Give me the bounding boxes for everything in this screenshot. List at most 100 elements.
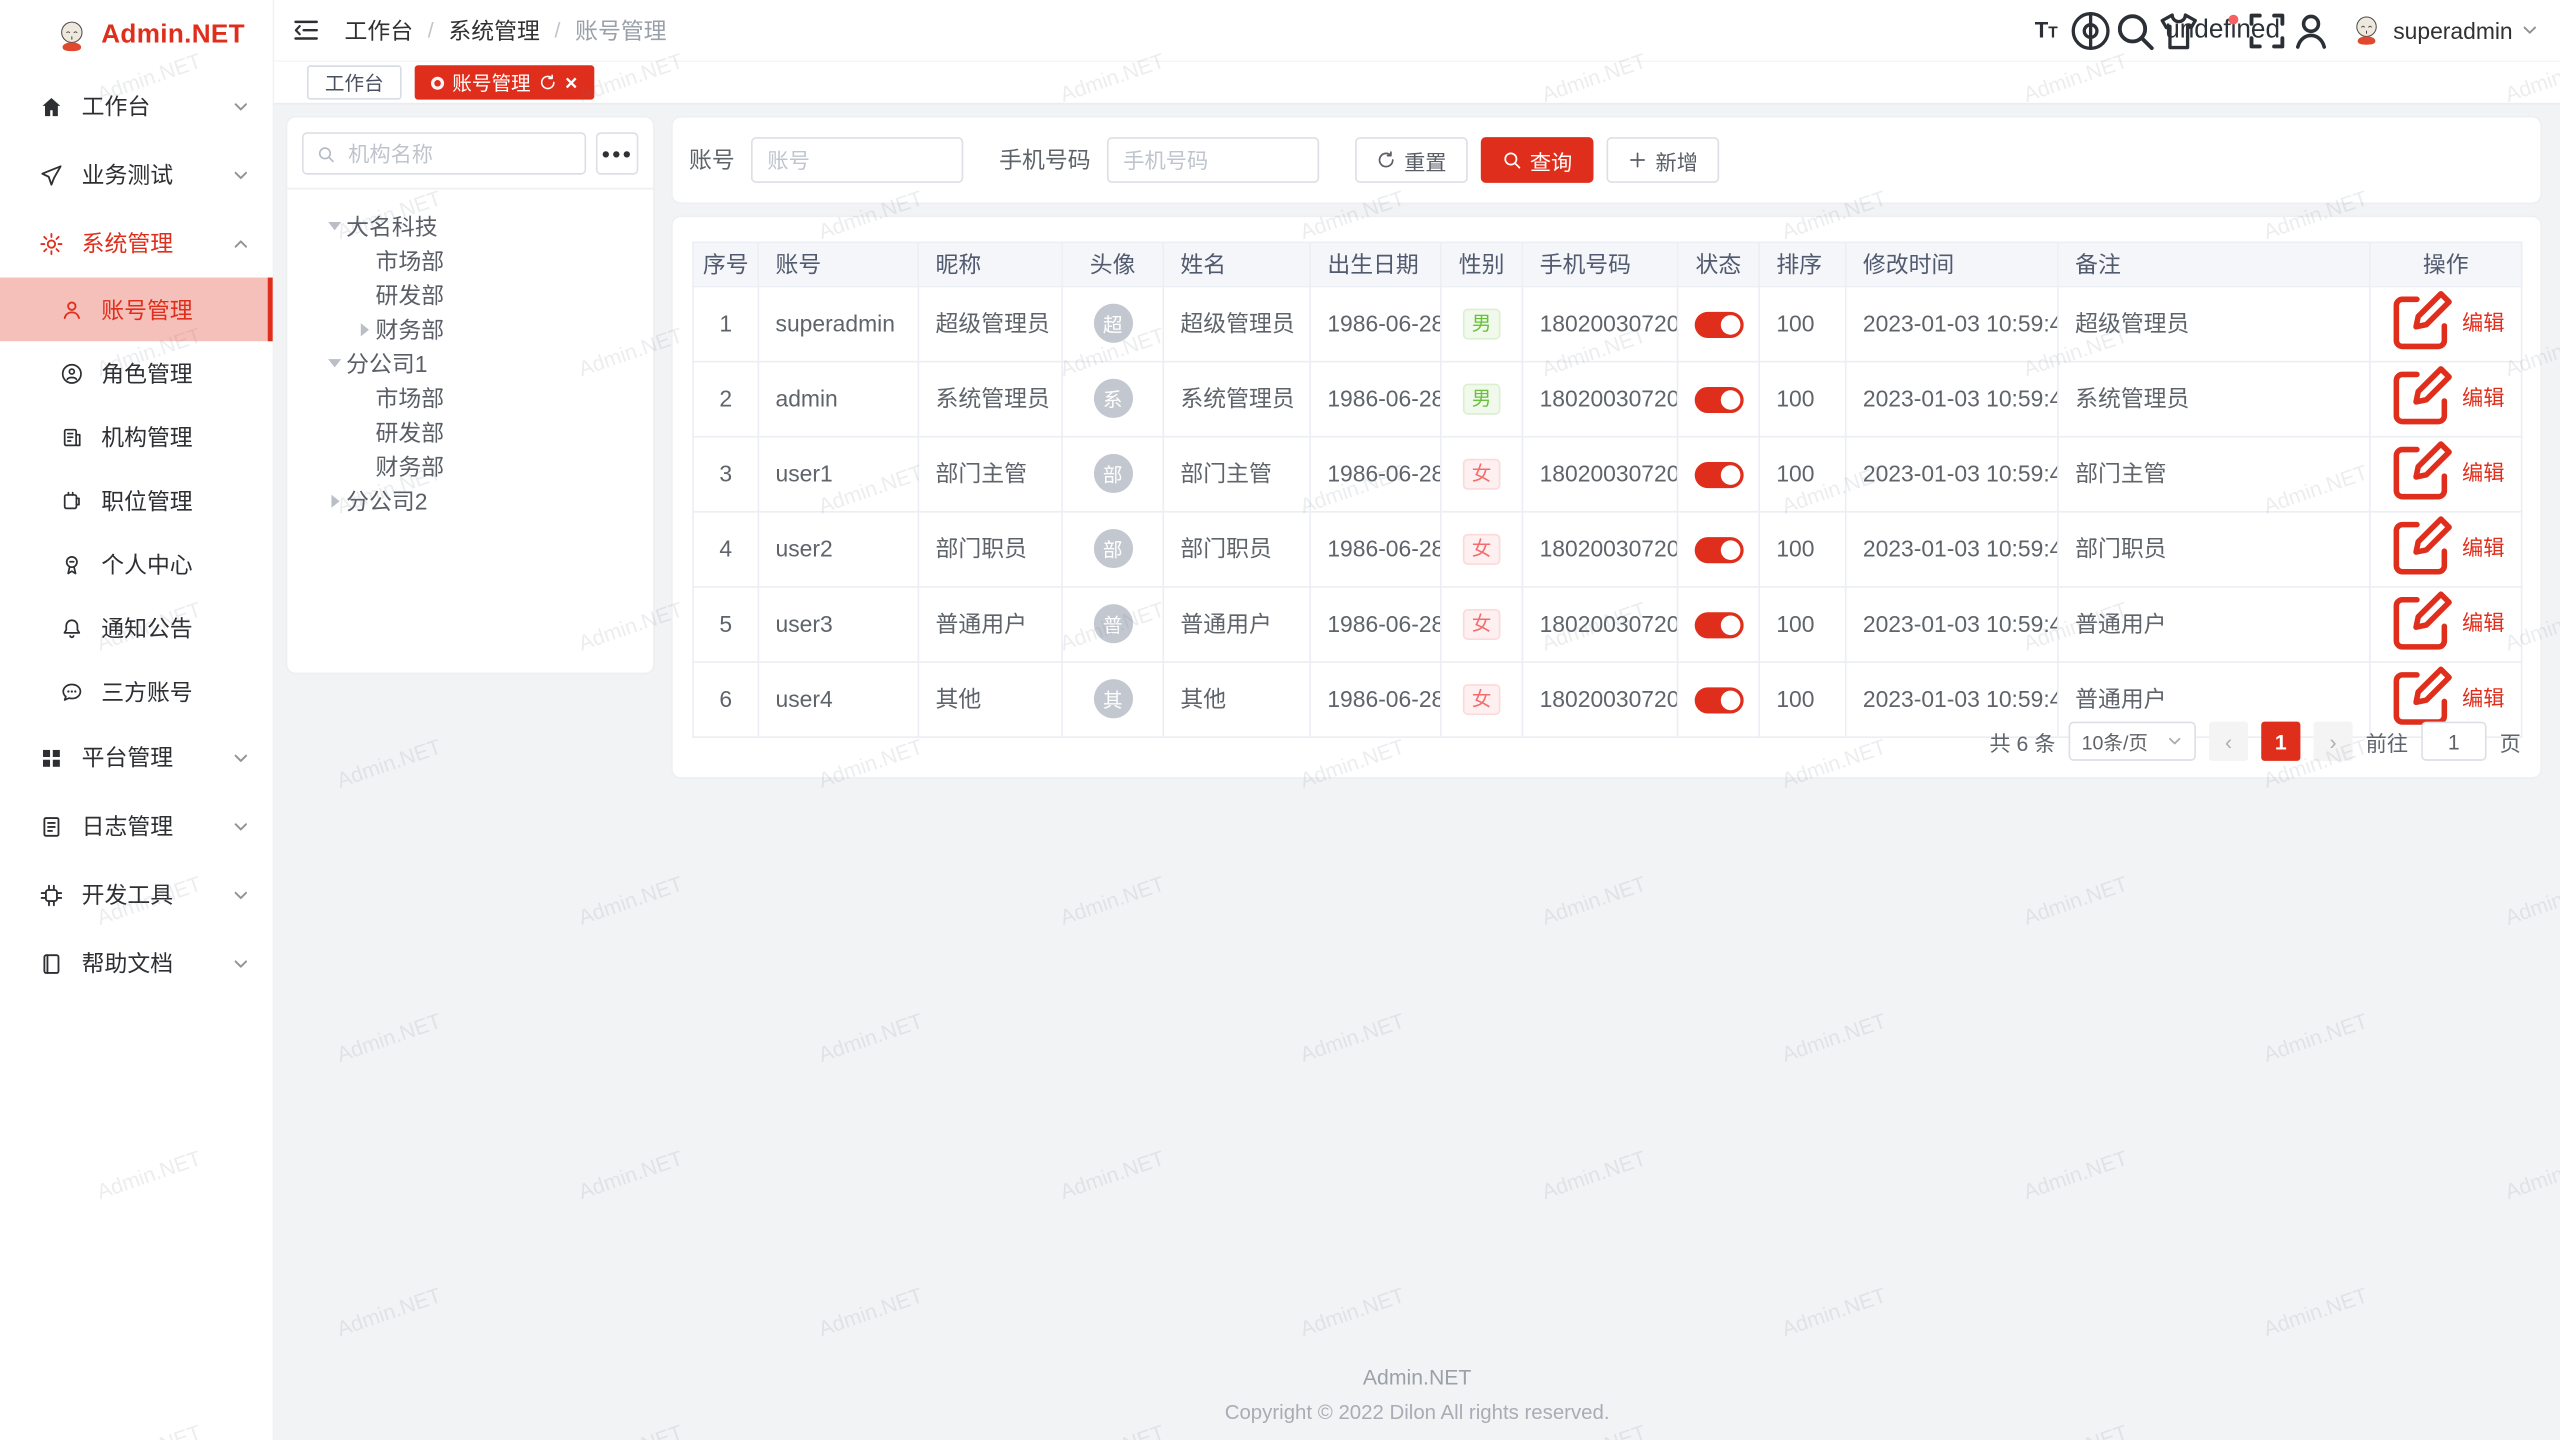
- phone-input[interactable]: [1107, 137, 1319, 183]
- edit-button[interactable]: 编辑: [2387, 287, 2505, 356]
- edit-button[interactable]: 编辑: [2387, 362, 2505, 431]
- tree-node-branch-1[interactable]: 分公司1: [297, 346, 643, 380]
- sidebar-item-platform-management[interactable]: 平台管理: [0, 723, 273, 792]
- account-input[interactable]: [751, 137, 963, 183]
- org-tree-panel: ●●● 大名科技市场部研发部财务部分公司1市场部研发部财务部分公司2: [287, 118, 653, 673]
- search-label: 查询: [1530, 144, 1572, 175]
- prev-page-button[interactable]: ‹: [2209, 722, 2248, 761]
- fullscreen-icon[interactable]: [2245, 0, 2289, 61]
- close-icon[interactable]: ×: [565, 72, 577, 93]
- tab-account-management[interactable]: 账号管理 ×: [415, 65, 594, 99]
- reset-button[interactable]: 重置: [1355, 137, 1468, 183]
- tree-node-branch1-finance-dept[interactable]: 财务部: [297, 449, 643, 483]
- sidebar-item-notice[interactable]: 通知公告: [0, 596, 273, 660]
- cell-actions: 编辑●●●: [2370, 437, 2522, 512]
- breadcrumb-item[interactable]: 系统管理: [448, 14, 539, 47]
- edit-label: 编辑: [2462, 681, 2504, 712]
- cell-index: 6: [693, 662, 758, 737]
- profile-icon[interactable]: [2289, 0, 2333, 61]
- tree-node-label: 分公司2: [346, 484, 427, 517]
- collapse-sidebar-icon[interactable]: [292, 16, 320, 44]
- notification-icon[interactable]: undefined: [2201, 0, 2245, 61]
- app-logo[interactable]: Admin.NET: [0, 0, 273, 72]
- sidebar-item-org-management[interactable]: 机构管理: [0, 405, 273, 469]
- status-toggle[interactable]: [1694, 537, 1743, 563]
- breadcrumb-item[interactable]: 工作台: [344, 14, 413, 47]
- cell-modified-time: 2023-01-03 10:59:44: [1846, 287, 2058, 362]
- caret-right-icon[interactable]: [353, 322, 376, 335]
- sidebar-item-personal-center[interactable]: 个人中心: [0, 532, 273, 596]
- font-size-icon[interactable]: TT: [2024, 0, 2068, 61]
- tree-node-branch-2[interactable]: 分公司2: [297, 483, 643, 517]
- tree-node-daming-marketing-dept[interactable]: 市场部: [297, 243, 643, 277]
- cell-remark: 部门职员: [2058, 512, 2370, 587]
- cell-gender: 男: [1441, 362, 1523, 437]
- grid-icon: [39, 745, 63, 769]
- status-toggle[interactable]: [1694, 612, 1743, 638]
- footer: Admin.NET Copyright © 2022 Dilon All rig…: [274, 1365, 2560, 1424]
- org-search-input[interactable]: [345, 140, 572, 168]
- language-icon[interactable]: [2068, 0, 2112, 61]
- status-toggle[interactable]: [1694, 387, 1743, 413]
- tree-node-daming-finance-dept[interactable]: 财务部: [297, 312, 643, 346]
- tab-label: 工作台: [325, 69, 384, 97]
- gender-badge: 女: [1464, 609, 1500, 640]
- caret-down-icon[interactable]: [323, 359, 346, 367]
- sidebar-item-label: 账号管理: [101, 293, 192, 326]
- caret-down-icon[interactable]: [323, 222, 346, 230]
- edit-button[interactable]: 编辑: [2387, 588, 2505, 657]
- sidebar-item-help-docs[interactable]: 帮助文档: [0, 929, 273, 998]
- caret-right-icon[interactable]: [323, 494, 346, 507]
- sidebar-item-dev-tools[interactable]: 开发工具: [0, 860, 273, 929]
- tree-node-label: 财务部: [376, 313, 445, 346]
- search-button[interactable]: 查询: [1481, 137, 1594, 183]
- cell-remark: 超级管理员: [2058, 287, 2370, 362]
- tree-node-daming-tech[interactable]: 大名科技: [297, 209, 643, 243]
- sidebar-item-business-test[interactable]: 业务测试: [0, 140, 273, 209]
- sidebar-item-label: 机构管理: [101, 420, 192, 453]
- toolbar-icons: TT undefined: [2024, 0, 2333, 61]
- tab-workbench[interactable]: 工作台: [307, 65, 402, 99]
- edit-button[interactable]: 编辑: [2387, 513, 2505, 582]
- refresh-icon: [1376, 150, 1396, 170]
- cell-remark: 部门主管: [2058, 437, 2370, 512]
- username[interactable]: superadmin: [2393, 17, 2512, 43]
- user-avatar[interactable]: [2349, 13, 2383, 47]
- cell-index: 3: [693, 437, 758, 512]
- notification-badge: [2228, 14, 2238, 24]
- refresh-icon[interactable]: [539, 73, 557, 91]
- column-header-account: 账号: [758, 242, 918, 286]
- tree-node-branch1-rd-dept[interactable]: 研发部: [297, 415, 643, 449]
- sidebar-item-third-party-account[interactable]: 三方账号: [0, 660, 273, 724]
- current-page-button[interactable]: 1: [2261, 722, 2300, 761]
- tab-label: 账号管理: [452, 69, 530, 97]
- sidebar-item-account-management[interactable]: 账号管理: [0, 278, 273, 342]
- cell-phone: 18020030720: [1522, 287, 1677, 362]
- sidebar-item-role-management[interactable]: 角色管理: [0, 341, 273, 405]
- add-button[interactable]: 新增: [1607, 137, 1720, 183]
- cell-nickname: 其他: [918, 662, 1062, 737]
- table-header-row: 序号账号昵称头像姓名出生日期性别手机号码状态排序修改时间备注操作: [693, 242, 2522, 286]
- tree-more-button[interactable]: ●●●: [596, 132, 638, 174]
- phone-label: 手机号码: [999, 144, 1090, 177]
- next-page-button[interactable]: ›: [2313, 722, 2352, 761]
- sidebar-item-workbench[interactable]: 工作台: [0, 72, 273, 141]
- edit-button[interactable]: 编辑: [2387, 438, 2505, 507]
- sidebar-item-position-management[interactable]: 职位管理: [0, 469, 273, 533]
- search-icon[interactable]: [2112, 0, 2156, 61]
- org-search-field[interactable]: [302, 132, 586, 174]
- logo-icon: [54, 18, 90, 54]
- table-row: 2admin系统管理员系系统管理员1986-06-28男180200307201…: [693, 362, 2522, 437]
- status-toggle[interactable]: [1694, 687, 1743, 713]
- sidebar-item-system-management[interactable]: 系统管理: [0, 209, 273, 278]
- cell-index: 2: [693, 362, 758, 437]
- status-toggle[interactable]: [1694, 312, 1743, 338]
- tree-node-daming-rd-dept[interactable]: 研发部: [297, 278, 643, 312]
- chevron-down-icon[interactable]: [2521, 21, 2539, 39]
- page-size-select[interactable]: 10条/页: [2069, 722, 2196, 761]
- cell-status: [1678, 437, 1760, 512]
- goto-page-input[interactable]: [2421, 722, 2486, 761]
- sidebar-item-log-management[interactable]: 日志管理: [0, 792, 273, 861]
- tree-node-branch1-marketing-dept[interactable]: 市场部: [297, 380, 643, 414]
- status-toggle[interactable]: [1694, 462, 1743, 488]
